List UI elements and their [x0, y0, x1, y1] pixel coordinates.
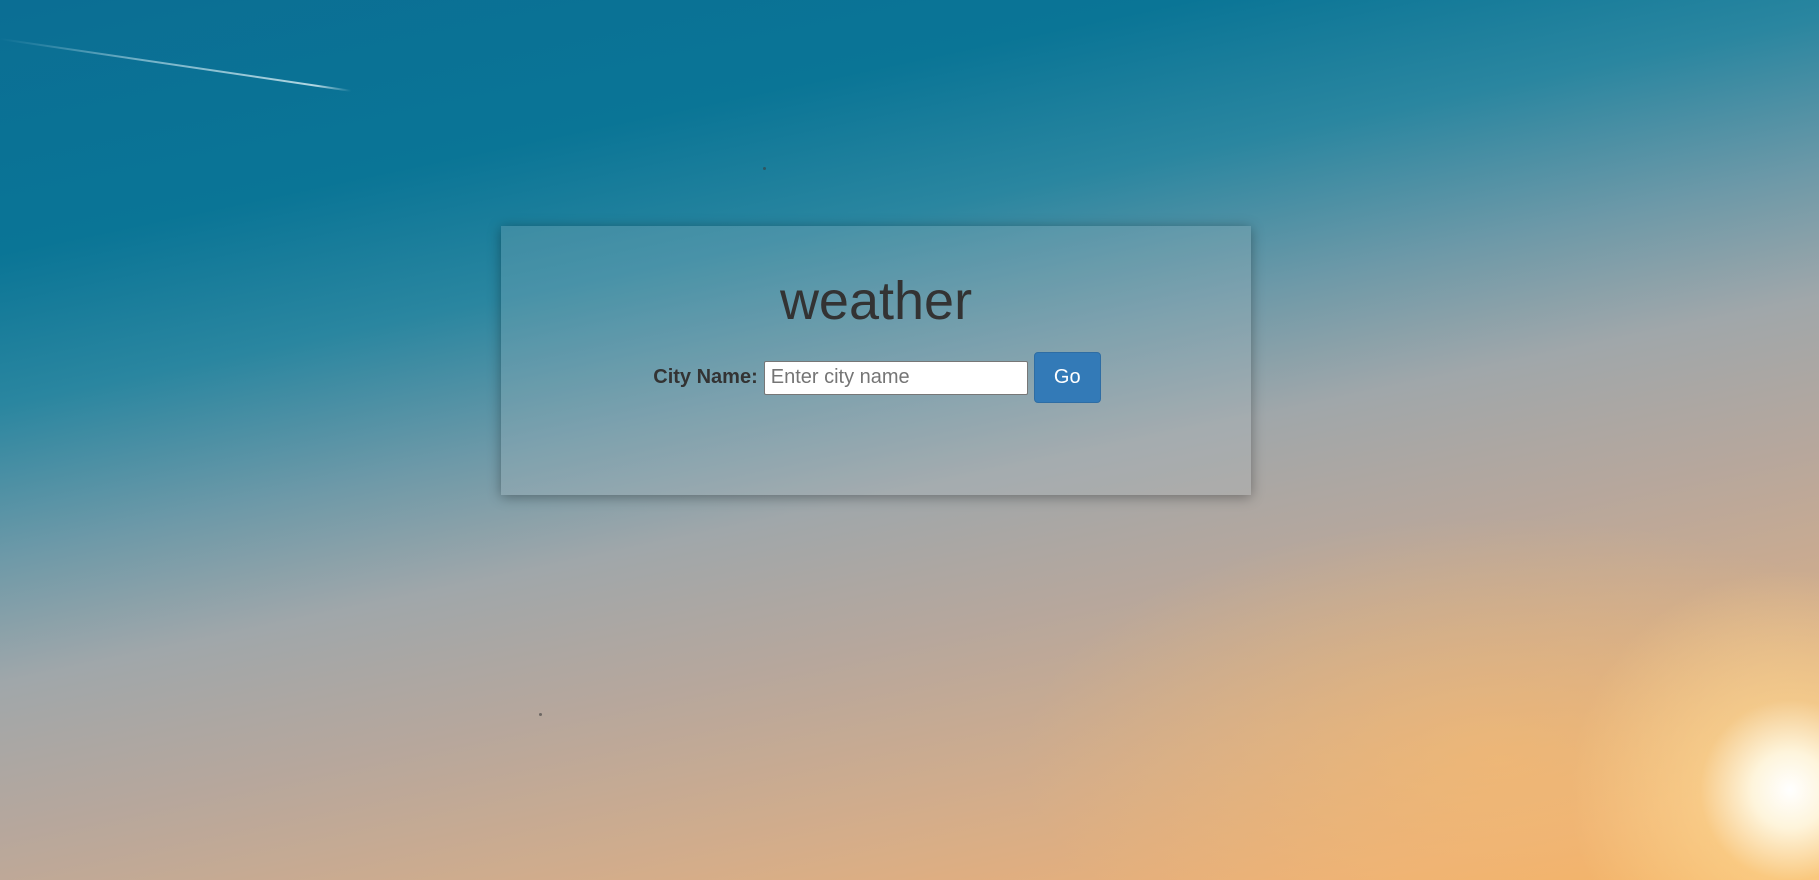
sky-speck: [763, 167, 766, 170]
go-button[interactable]: Go: [1033, 352, 1101, 403]
contrail-streak: [0, 38, 352, 92]
city-name-label: City Name:: [653, 366, 758, 388]
sky-speck: [539, 713, 542, 716]
page-title: weather: [779, 271, 973, 331]
city-search-form: City Name: Go: [501, 352, 1251, 403]
weather-card: weather City Name: Go: [501, 226, 1251, 495]
city-name-input[interactable]: [763, 360, 1028, 395]
sky-background: weather City Name: Go: [0, 0, 1819, 880]
